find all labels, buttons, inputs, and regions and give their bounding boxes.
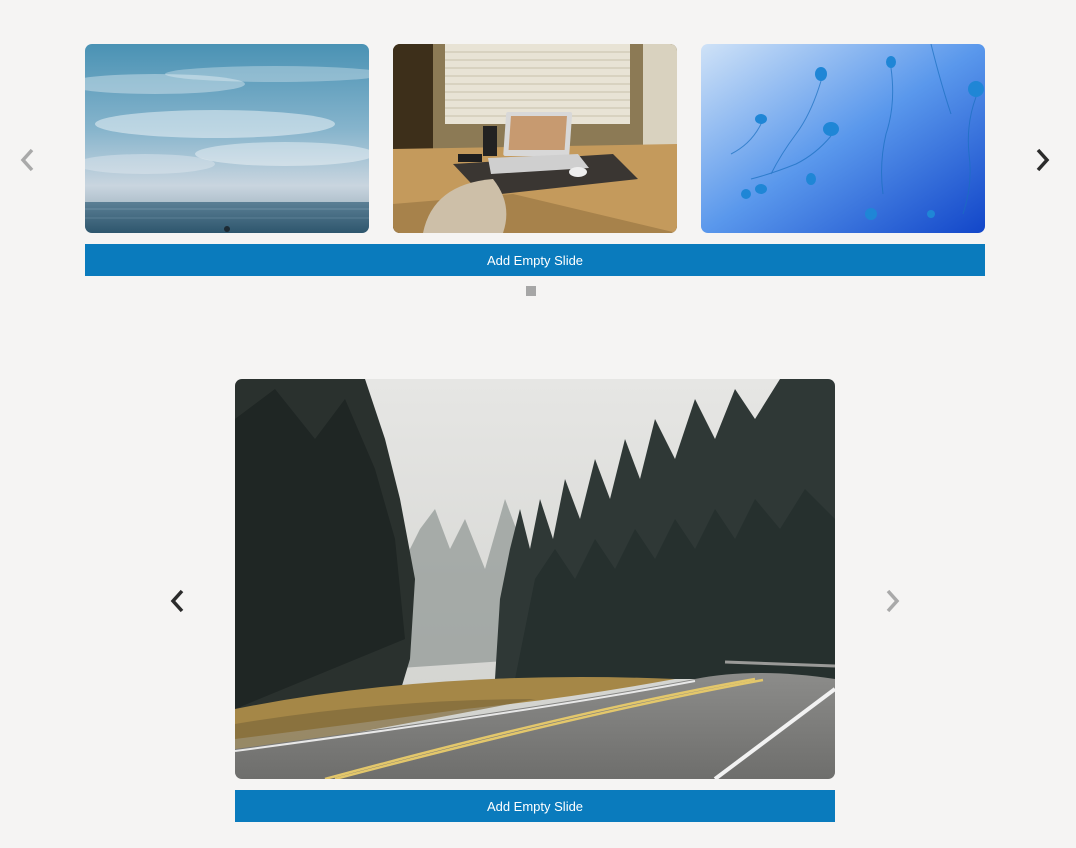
- chevron-left-icon: [170, 589, 184, 613]
- laptop-desk-window-photo: [393, 44, 677, 233]
- add-empty-slide-button[interactable]: Add Empty Slide: [235, 790, 835, 822]
- add-empty-slide-button[interactable]: Add Empty Slide: [85, 244, 985, 276]
- slide-jellyfish-image[interactable]: [701, 44, 985, 233]
- pagination-dot[interactable]: [526, 286, 536, 296]
- blue-jellyfish-photo: [701, 44, 985, 233]
- carousel-prev-button[interactable]: [16, 144, 40, 176]
- carousel-next-button[interactable]: [881, 585, 905, 617]
- carousel-top: Add Empty Slide: [0, 0, 1076, 320]
- carousel-bottom: Add Empty Slide: [0, 340, 1076, 848]
- carousel-next-button[interactable]: [1031, 144, 1055, 176]
- slide-forest-road-image[interactable]: [235, 379, 835, 779]
- chevron-left-icon: [20, 148, 34, 172]
- carousel-prev-button[interactable]: [166, 585, 190, 617]
- ocean-sky-photo: [85, 44, 369, 233]
- forest-road-photo: [235, 379, 835, 779]
- slide-laptop-image[interactable]: [393, 44, 677, 233]
- chevron-right-icon: [1036, 148, 1050, 172]
- chevron-right-icon: [886, 589, 900, 613]
- slide-ocean-image[interactable]: [85, 44, 369, 233]
